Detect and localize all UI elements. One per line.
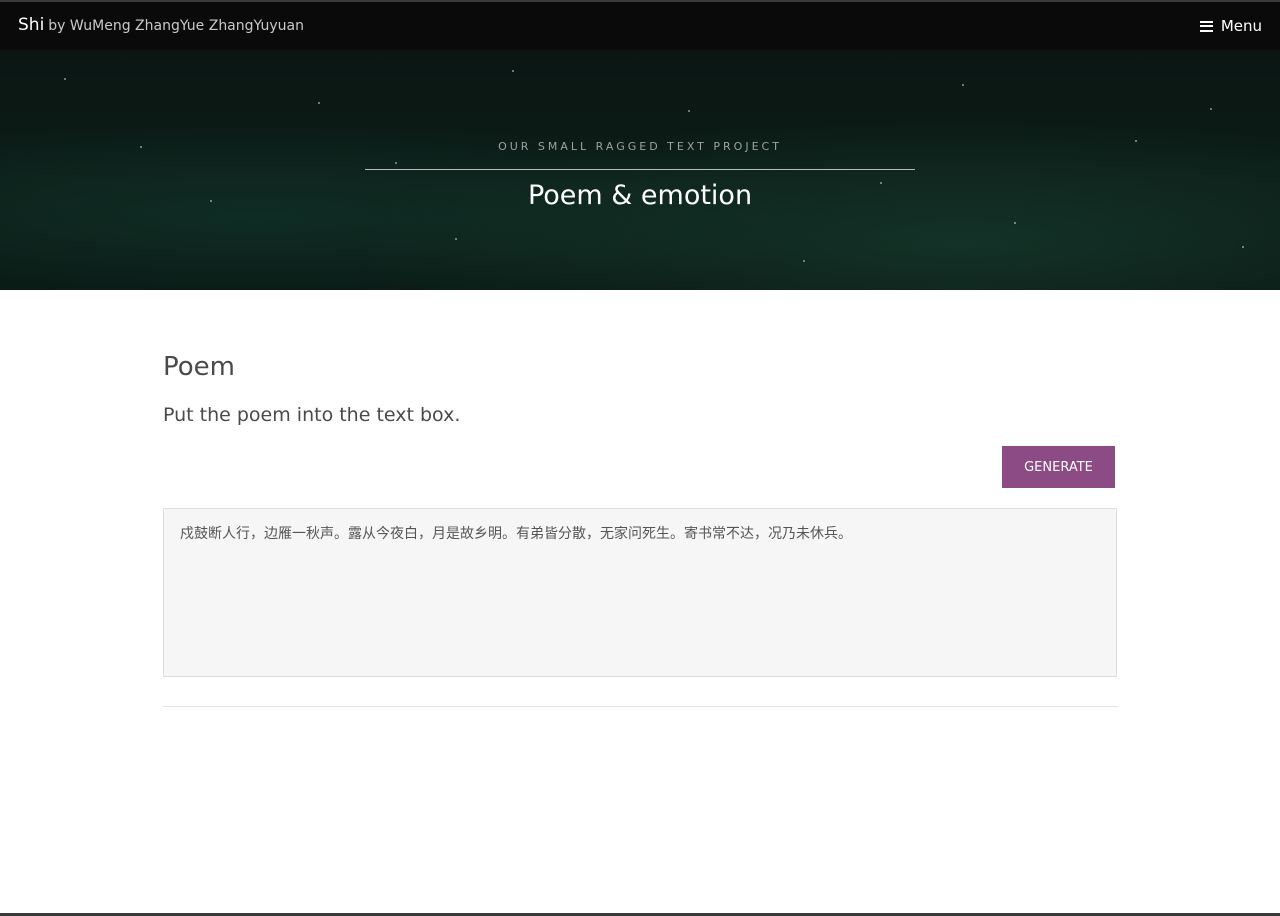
hero-banner: OUR SMALL RAGGED TEXT PROJECT Poem & emo… <box>0 50 1280 290</box>
menu-label: Menu <box>1220 17 1262 35</box>
section-title: Poem <box>163 352 235 382</box>
brand-name: Shi <box>18 15 45 35</box>
hamburger-icon <box>1199 20 1213 32</box>
banner-divider <box>365 169 915 170</box>
content-divider <box>163 706 1118 707</box>
menu-button[interactable]: Menu <box>1199 17 1262 35</box>
poem-input[interactable]: 戍鼓断人行，边雁一秋声。露从今夜白，月是故乡明。有弟皆分散，无家问死生。寄书常不… <box>163 508 1117 677</box>
brand-authors: by WuMeng ZhangYue ZhangYuyuan <box>48 18 304 34</box>
site-brand[interactable]: Shi by WuMeng ZhangYue ZhangYuyuan <box>18 15 304 35</box>
banner-title: Poem & emotion <box>527 180 753 211</box>
section-instruction: Put the poem into the text box. <box>163 404 461 426</box>
generate-button[interactable]: GENERATE <box>1002 446 1115 488</box>
top-navbar: Shi by WuMeng ZhangYue ZhangYuyuan Menu <box>0 0 1280 50</box>
banner-subtitle: OUR SMALL RAGGED TEXT PROJECT <box>498 140 782 153</box>
